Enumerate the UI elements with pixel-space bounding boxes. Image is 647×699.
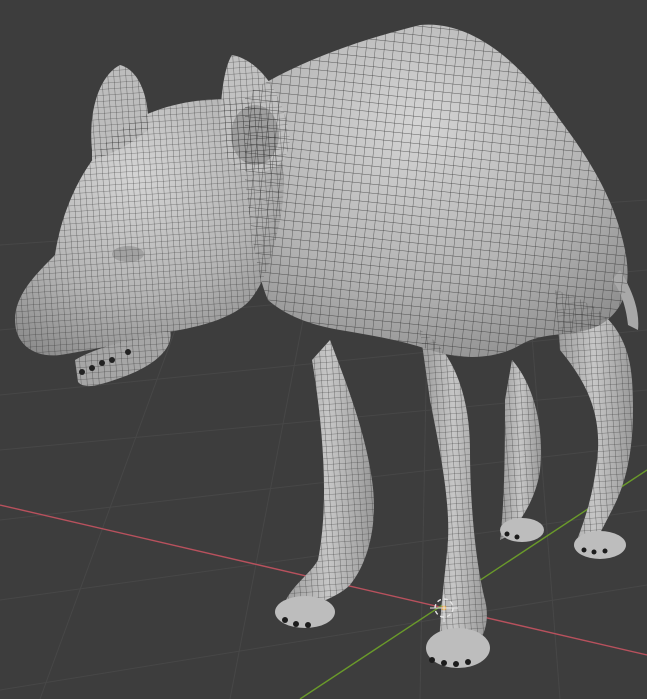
wireframe-overlay [15, 24, 634, 655]
paw-front-far [275, 596, 335, 628]
paw-hind-far [500, 518, 544, 542]
3d-viewport[interactable] [0, 0, 647, 699]
paw-hind-near [574, 531, 626, 559]
viewport-canvas[interactable] [0, 0, 647, 699]
hyena-mesh[interactable] [15, 24, 639, 668]
